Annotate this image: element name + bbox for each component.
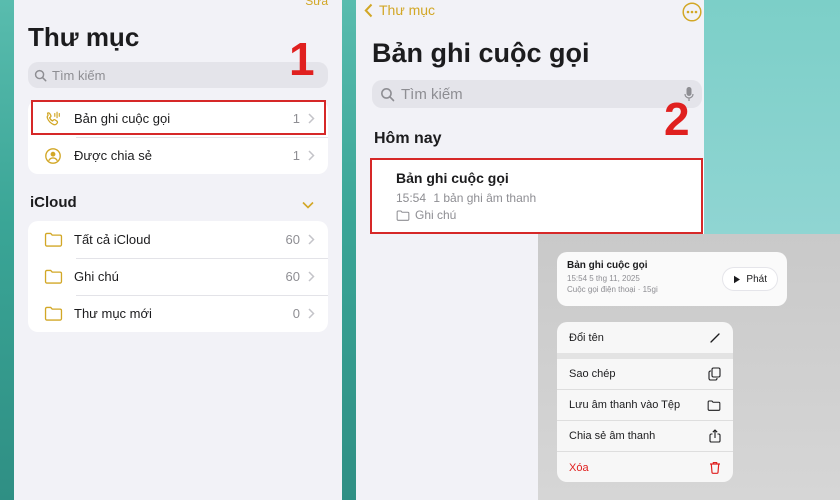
folder-count: 1 [292,111,300,126]
folder-icon [42,229,64,251]
folder-label: Bản ghi cuộc gọi [74,111,171,126]
search-bar[interactable]: Tìm kiếm [372,80,702,108]
folder-icon [396,210,410,221]
play-button[interactable]: Phát [723,268,777,290]
folder-count: 60 [285,269,300,284]
chevron-right-icon [308,150,318,161]
chevron-right-icon [308,308,318,319]
chevron-right-icon [308,271,318,282]
step-number-1: 1 [289,33,315,85]
chevron-left-icon [364,3,373,17]
menu-label: Đổi tên [569,331,604,344]
folder-row-new-folder[interactable]: Thư mục mới 0 [28,295,328,332]
pencil-icon [710,332,720,343]
context-menu: Đổi tên Sao chép Lưu âm thanh vào Tệp Ch… [557,322,733,482]
top-folder-group: Bản ghi cuộc gọi 1 Được chia sẻ 1 [28,100,328,174]
note-time: 15:54 [396,191,427,205]
recording-preview-card[interactable]: Bản ghi cuộc gọi 15:54 5 thg 11, 2025 Cu… [557,252,787,306]
search-placeholder: Tìm kiếm [401,85,463,103]
folder-label: Ghi chú [74,269,119,284]
folder-row-call-recordings[interactable]: Bản ghi cuộc gọi 1 [28,100,328,137]
note-row-call-recording[interactable]: Bản ghi cuộc gọi 15:54 1 bản ghi âm than… [370,160,704,234]
copy-icon [708,367,721,381]
note-title: Bản ghi cuộc gọi [396,170,509,186]
folder-row-notes[interactable]: Ghi chú 60 [28,258,328,295]
search-icon [34,69,47,81]
menu-item-delete[interactable]: Xóa [557,452,733,482]
icloud-folder-group: Tất cả iCloud 60 Ghi chú 60 Thư mục mới … [28,221,328,332]
back-label: Thư mục [379,2,436,18]
menu-item-rename[interactable]: Đổi tên [557,322,733,353]
menu-label: Lưu âm thanh vào Tệp [569,399,681,411]
folder-icon [42,266,64,288]
folder-icon [707,400,721,411]
menu-item-share-audio[interactable]: Chia sẻ âm thanh [557,421,733,452]
more-options-icon[interactable] [682,2,702,27]
play-label: Phát [746,273,767,285]
chevron-right-icon [308,113,318,124]
folder-count: 0 [292,306,300,321]
menu-label: Sao chép [569,368,616,380]
folder-count: 1 [292,148,300,163]
search-placeholder: Tìm kiếm [52,67,106,83]
play-icon [734,275,741,283]
folder-label: Thư mục mới [74,306,152,321]
folders-screen: Sửa Thư mục Tìm kiếm Bản ghi cuộc gọi 1 … [14,0,342,500]
search-icon [381,87,395,101]
note-subtitle: 1 bản ghi âm thanh [433,191,537,205]
page-title: Thư mục [28,22,140,52]
page-title: Bản ghi cuộc gọi [372,38,590,68]
folder-count: 60 [285,232,300,247]
share-icon [709,429,721,443]
chevron-right-icon [308,234,318,245]
folder-icon [42,303,64,325]
menu-item-save-audio-to-files[interactable]: Lưu âm thanh vào Tệp [557,390,733,421]
note-folder: Ghi chú [415,208,457,222]
menu-label: Xóa [569,461,589,474]
phone-waveform-icon [42,108,64,130]
section-header-today: Hôm nay [374,130,442,147]
menu-label: Chia sẻ âm thanh [569,430,656,442]
menu-item-copy[interactable]: Sao chép [557,359,733,390]
back-button[interactable]: Thư mục [364,2,435,18]
chevron-down-icon[interactable] [302,196,314,214]
folder-row-all-icloud[interactable]: Tất cả iCloud 60 [28,221,328,258]
person-circle-icon [42,145,64,167]
step-number-2: 2 [664,93,690,145]
edit-button[interactable]: Sửa [305,0,328,8]
folder-label: Được chia sẻ [74,148,152,163]
folder-row-shared[interactable]: Được chia sẻ 1 [28,137,328,174]
folder-label: Tất cả iCloud [74,232,151,247]
icloud-section-header: iCloud [30,194,77,211]
trash-icon [710,462,720,474]
search-bar[interactable]: Tìm kiếm [28,62,328,88]
